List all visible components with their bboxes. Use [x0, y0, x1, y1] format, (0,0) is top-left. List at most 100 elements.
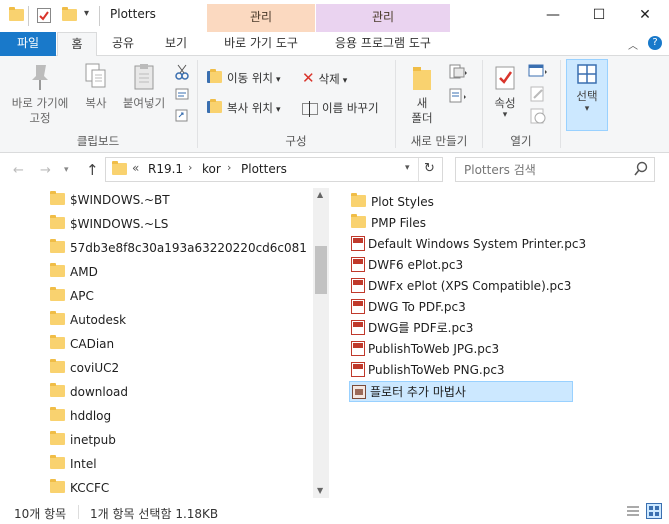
tree-item[interactable]: download [50, 380, 307, 404]
easy-access-icon[interactable] [448, 88, 468, 107]
file-name: 플로터 추가 마법사 [370, 385, 466, 399]
tab-share[interactable]: 공유 [103, 32, 143, 56]
tree-item[interactable]: Intel [50, 452, 307, 476]
tree-item[interactable]: $WINDOWS.~BT [50, 188, 307, 212]
copy-path-icon[interactable] [175, 88, 189, 103]
folder-icon [50, 407, 65, 421]
search-box[interactable] [455, 157, 655, 182]
list-item-file[interactable]: DWG To PDF.pc3 [349, 297, 649, 318]
scroll-down-icon[interactable]: ▼ [317, 486, 323, 495]
tree-item[interactable]: 57db3e8f8c30a193a63220220cd6c081 [50, 236, 307, 260]
properties-quick-icon[interactable] [37, 8, 51, 23]
tree-item[interactable]: CADian [50, 332, 307, 356]
list-item-file[interactable]: DWFx ePlot (XPS Compatible).pc3 [349, 276, 649, 297]
properties-button[interactable]: 속성 ▾ [486, 64, 524, 120]
chevron-right-icon[interactable]: › [227, 161, 231, 174]
recent-locations-icon[interactable]: ▾ [64, 165, 69, 175]
breadcrumb-kor[interactable]: kor [202, 162, 221, 176]
copy-button[interactable]: 복사 [78, 62, 114, 111]
list-item-file[interactable]: DWF6 ePlot.pc3 [349, 255, 649, 276]
folder-icon [50, 455, 65, 469]
tree-item[interactable]: hddlog [50, 404, 307, 428]
edit-icon[interactable] [530, 86, 546, 105]
tree-item[interactable]: Autodesk [50, 308, 307, 332]
list-item-folder[interactable]: PMP Files [349, 213, 649, 234]
cut-icon[interactable] [175, 64, 189, 83]
up-icon[interactable]: ↑ [86, 161, 99, 179]
context-tab-manage-app[interactable]: 관리 [316, 4, 450, 32]
minimize-button[interactable]: — [530, 0, 576, 32]
forward-icon[interactable]: → [40, 163, 51, 178]
scroll-thumb[interactable] [315, 246, 327, 294]
details-view-icon[interactable] [626, 504, 640, 521]
list-item-file[interactable]: PublishToWeb PNG.pc3 [349, 360, 649, 381]
rename-button[interactable]: 이름 바꾸기 [302, 98, 379, 118]
list-item-folder[interactable]: Plot Styles [349, 192, 649, 213]
open-icon[interactable] [528, 64, 550, 81]
paste-shortcut-icon[interactable] [175, 108, 189, 125]
search-input[interactable] [462, 161, 627, 178]
context-tab-manage-shortcut[interactable]: 관리 [207, 4, 315, 32]
pin-quick-access-button[interactable]: 바로 가기에 고정 [6, 62, 74, 126]
overflow-crumb[interactable]: « [132, 161, 139, 175]
tab-home[interactable]: 홈 [57, 32, 97, 57]
customize-qat-icon[interactable]: ▾ [84, 8, 89, 19]
dropdown-icon: ▾ [275, 75, 281, 85]
tree-item[interactable]: coviUC2 [50, 356, 307, 380]
chevron-right-icon[interactable]: › [188, 161, 192, 174]
tree-item[interactable]: APC [50, 284, 307, 308]
divider [28, 6, 29, 26]
new-item-icon[interactable] [448, 64, 468, 83]
copy-folder-icon [207, 99, 222, 113]
clipboard-group-label: 클립보드 [76, 134, 120, 148]
breadcrumb-r19[interactable]: R19.1 [148, 162, 183, 176]
folder-icon [50, 383, 65, 397]
tree-list: $WINDOWS.~BT $WINDOWS.~LS 57db3e8f8c30a1… [50, 188, 307, 498]
new-folder-button[interactable]: 새 폴더 [402, 64, 442, 126]
list-item-file[interactable]: PublishToWeb JPG.pc3 [349, 339, 649, 360]
tree-item-label: CADian [70, 337, 115, 351]
new-folder-quick-icon[interactable] [62, 7, 82, 23]
list-item-file[interactable]: DWG를 PDF로.pc3 [349, 318, 649, 339]
file-name: DWFx ePlot (XPS Compatible).pc3 [368, 279, 572, 293]
large-icons-view-icon[interactable] [646, 503, 662, 519]
scroll-up-icon[interactable]: ▲ [317, 190, 323, 199]
list-item-wizard-selected[interactable]: 플로터 추가 마법사 [349, 381, 573, 402]
help-icon[interactable]: ? [648, 36, 662, 50]
search-icon[interactable] [634, 161, 648, 179]
tab-file[interactable]: 파일 [0, 32, 56, 56]
tab-shortcut-tools[interactable]: 바로 가기 도구 [207, 32, 315, 56]
close-button[interactable]: ✕ [622, 0, 668, 32]
list-item-file[interactable]: Default Windows System Printer.pc3 [349, 234, 649, 255]
select-button[interactable]: 선택 ▾ [566, 59, 608, 131]
tree-item[interactable]: KCCFC [50, 476, 307, 498]
tree-item-label: APC [70, 289, 94, 303]
address-history-icon[interactable]: ▾ [405, 163, 410, 173]
ribbon-tab-row: 파일 홈 공유 보기 바로 가기 도구 응용 프로그램 도구 ︿ ? [0, 32, 669, 57]
copy-to-button[interactable]: 복사 위치 ▾ [207, 98, 281, 118]
delete-button[interactable]: ✕ 삭제 ▾ [302, 68, 347, 88]
pc3-file-icon [351, 341, 365, 356]
tab-app-tools[interactable]: 응용 프로그램 도구 [316, 32, 450, 56]
copy-icon [85, 63, 106, 88]
back-icon[interactable]: ← [13, 163, 24, 178]
collapse-ribbon-icon[interactable]: ︿ [628, 37, 638, 52]
tab-view[interactable]: 보기 [156, 32, 196, 56]
tree-item-label: download [70, 385, 129, 399]
history-icon[interactable] [530, 108, 546, 127]
scrollbar[interactable]: ▲ ▼ [313, 188, 329, 498]
divider [418, 158, 419, 181]
folder-icon [50, 239, 65, 253]
refresh-icon[interactable]: ↻ [424, 161, 435, 176]
tree-item[interactable]: AMD [50, 260, 307, 284]
divider [99, 6, 100, 26]
ribbon: 바로 가기에 고정 복사 붙여넣기 클립보드 이동 위치 ▾ 복사 위치 ▾ ✕ 삭제… [0, 56, 669, 153]
paste-button[interactable]: 붙여넣기 [118, 62, 170, 111]
tree-item[interactable]: inetpub [50, 428, 307, 452]
tree-item[interactable]: $WINDOWS.~LS [50, 212, 307, 236]
address-bar[interactable]: « R19.1 › kor › Plotters ▾ ↻ [105, 157, 443, 182]
move-to-button[interactable]: 이동 위치 ▾ [207, 68, 281, 88]
maximize-button[interactable]: ☐ [576, 0, 622, 32]
status-selection: 1개 항목 선택함 1.18KB [90, 507, 219, 521]
breadcrumb-plotters[interactable]: Plotters [241, 162, 287, 176]
